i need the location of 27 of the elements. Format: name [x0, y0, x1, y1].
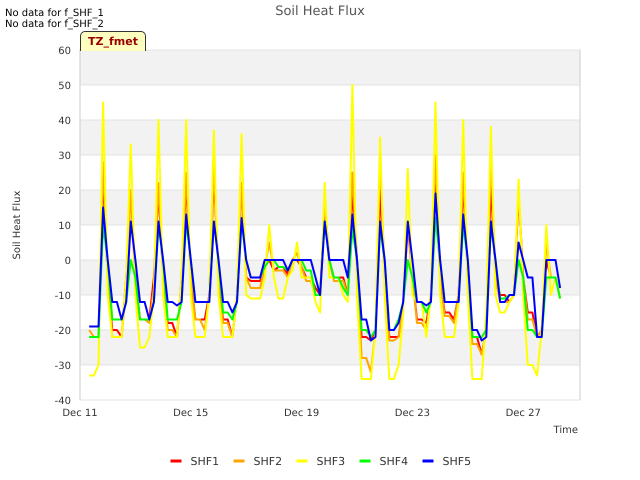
- y-tick-label: -30: [54, 361, 71, 372]
- chart-title: Soil Heat Flux: [275, 3, 365, 21]
- y-tick-label: 60: [58, 46, 71, 57]
- y-tick-label: 50: [58, 81, 71, 92]
- y-tick-label: 0: [64, 256, 71, 267]
- y-tick-label: 20: [58, 186, 71, 197]
- x-tick-label: Dec 11: [62, 408, 98, 419]
- legend-label: SHF4: [380, 455, 408, 468]
- y-tick-label: 10: [58, 221, 71, 232]
- no-data-note: No data for f_SHF_2: [5, 19, 105, 30]
- legend-label: SHF5: [442, 455, 472, 468]
- y-axis-label: Soil Heat Flux: [12, 190, 23, 260]
- no-data-note: No data for f_SHF_1: [5, 8, 105, 19]
- y-tick-label: 30: [58, 151, 71, 162]
- y-tick-label: -40: [54, 396, 71, 407]
- y-tick-label: -10: [54, 291, 71, 302]
- legend-label: SHF2: [254, 455, 282, 468]
- legend-label: SHF3: [316, 455, 346, 468]
- legend-label: SHF1: [190, 455, 220, 468]
- y-tick-label: -20: [54, 326, 71, 337]
- x-axis-label: Time: [554, 425, 578, 436]
- x-tick-label: Dec 27: [506, 408, 541, 419]
- y-tick-label: 40: [58, 116, 71, 127]
- x-tick-label: Dec 23: [394, 408, 430, 419]
- x-tick-label: Dec 19: [284, 408, 320, 419]
- x-tick-label: Dec 15: [173, 408, 208, 419]
- station-badge: TZ_fmet: [80, 31, 146, 51]
